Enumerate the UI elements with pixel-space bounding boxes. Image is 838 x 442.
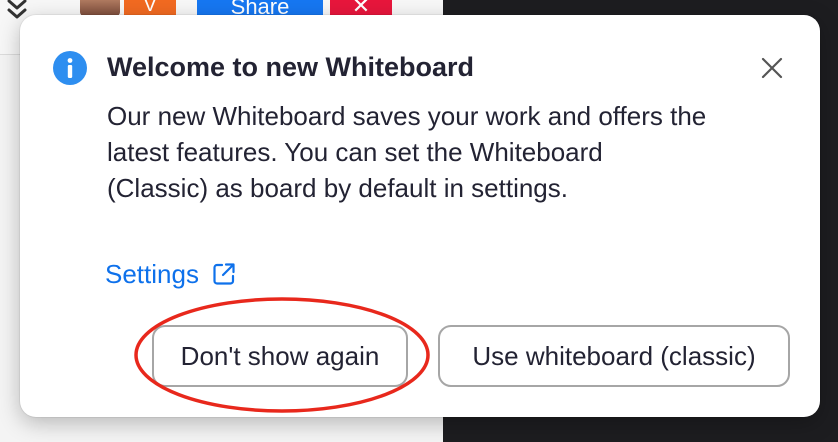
info-icon: [53, 51, 87, 85]
dialog-title: Welcome to new Whiteboard: [107, 52, 475, 82]
share-button[interactable]: Share: [197, 0, 323, 16]
end-button[interactable]: ✕: [330, 0, 392, 16]
external-link-icon[interactable]: [211, 261, 237, 287]
settings-link-label[interactable]: Settings: [105, 259, 199, 290]
dialog-body-text: Our new Whiteboard saves your work and o…: [107, 101, 707, 203]
participant-avatar[interactable]: [80, 0, 120, 16]
dont-show-again-button[interactable]: Don't show again: [152, 325, 408, 387]
use-whiteboard-classic-button[interactable]: Use whiteboard (classic): [438, 325, 790, 387]
settings-link[interactable]: Settings: [105, 256, 237, 292]
participant-initial-badge[interactable]: V: [124, 0, 176, 16]
close-icon[interactable]: [756, 52, 788, 84]
